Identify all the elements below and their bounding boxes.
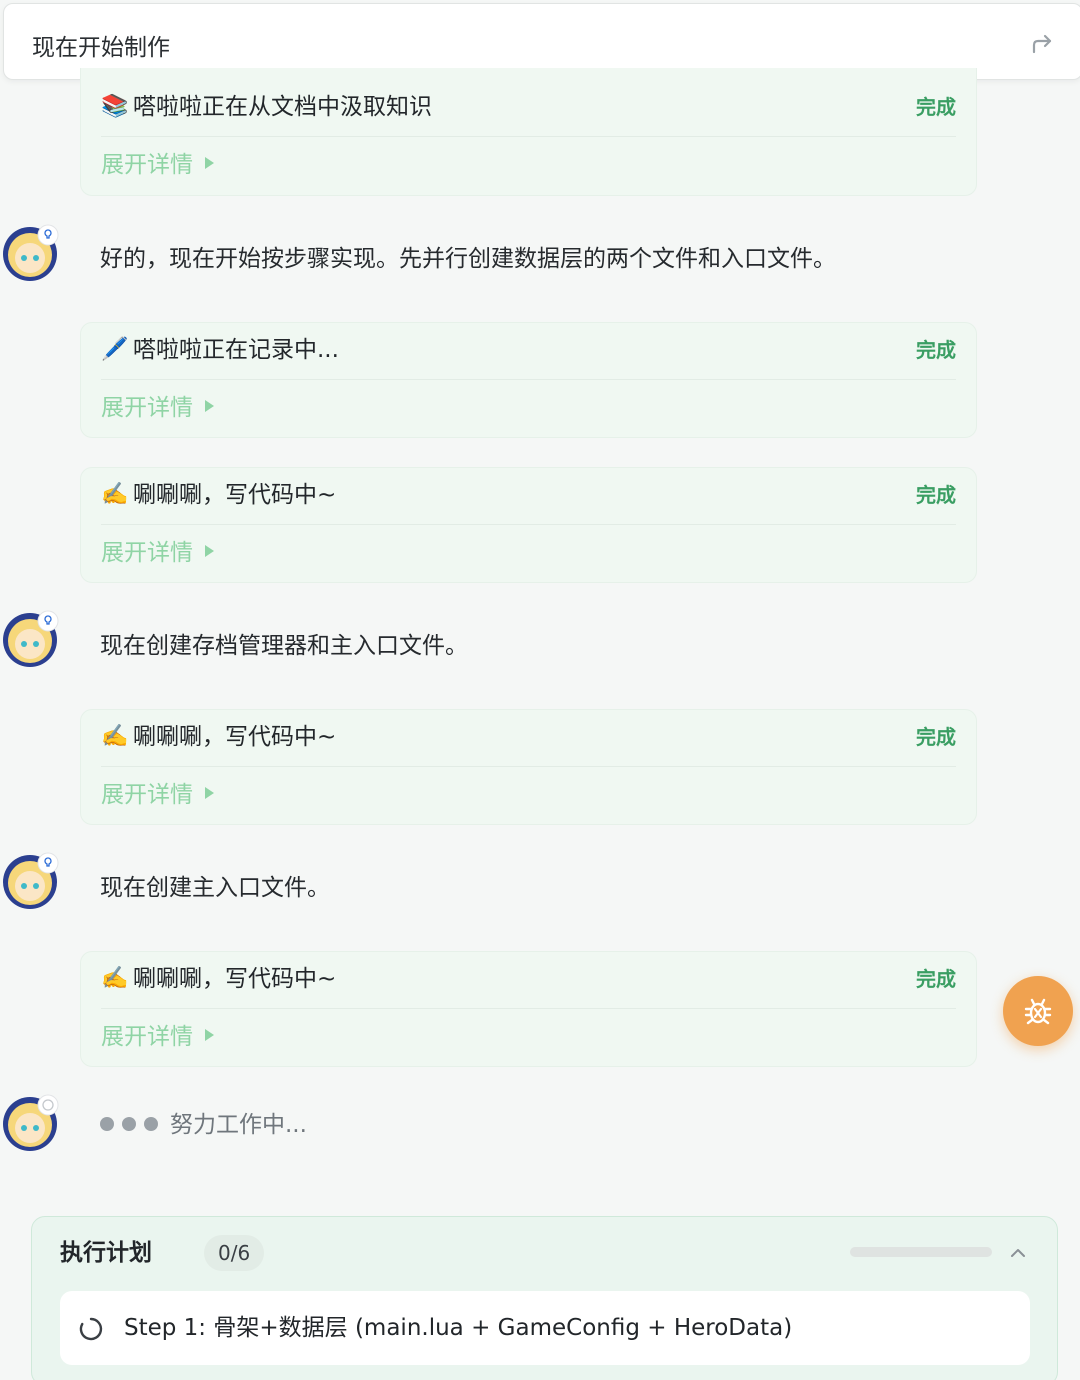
tool-card-label: 唰唰唰，写代码中~ bbox=[133, 724, 337, 750]
status-done: 完成 bbox=[916, 338, 956, 362]
bug-icon bbox=[1024, 998, 1052, 1025]
expand-details-link[interactable]: 展开详情 bbox=[101, 1023, 214, 1051]
typing-dot bbox=[144, 1117, 158, 1131]
expand-details-link[interactable]: 展开详情 bbox=[101, 539, 214, 567]
expand-details-link[interactable]: 展开详情 bbox=[101, 781, 214, 809]
plan-step-label: Step 1: 骨架+数据层 (main.lua + GameConfig + … bbox=[124, 1315, 793, 1341]
tool-card: ✍️ 唰唰唰，写代码中~ 完成 展开详情 bbox=[80, 709, 977, 825]
loading-spinner-icon bbox=[79, 1317, 103, 1341]
assistant-avatar bbox=[3, 852, 59, 909]
tool-card-header: 🖊️ 嗒啦啦正在记录中... 完成 bbox=[101, 323, 956, 380]
prompt-title: 现在开始制作 bbox=[32, 35, 170, 61]
expand-details-link[interactable]: 展开详情 bbox=[101, 151, 214, 179]
tool-card-header: ✍️ 唰唰唰，写代码中~ 完成 bbox=[101, 468, 956, 525]
tool-card: 📚 嗒啦啦正在从文档中汲取知识 完成 展开详情 bbox=[80, 68, 977, 196]
typing-dot bbox=[100, 1117, 114, 1131]
status-done: 完成 bbox=[916, 725, 956, 749]
assistant-message: 现在创建主入口文件。 bbox=[100, 875, 330, 901]
typing-indicator bbox=[100, 1117, 158, 1131]
tool-card: ✍️ 唰唰唰，写代码中~ 完成 展开详情 bbox=[80, 467, 977, 583]
chevron-up-icon[interactable] bbox=[1006, 1241, 1030, 1265]
pen-icon: 🖊️ bbox=[101, 337, 129, 362]
working-status: 努力工作中... bbox=[170, 1112, 307, 1138]
caret-right-icon bbox=[205, 545, 214, 557]
plan-progress-bar bbox=[850, 1247, 992, 1257]
caret-right-icon bbox=[205, 157, 214, 169]
share-forward-icon[interactable] bbox=[1028, 30, 1056, 58]
tool-card-header: ✍️ 唰唰唰，写代码中~ 完成 bbox=[101, 710, 956, 767]
assistant-avatar bbox=[3, 224, 59, 281]
tool-card-label: 嗒啦啦正在从文档中汲取知识 bbox=[133, 94, 432, 120]
status-done: 完成 bbox=[916, 95, 956, 119]
tool-card-label: 唰唰唰，写代码中~ bbox=[133, 966, 337, 992]
caret-right-icon bbox=[205, 1029, 214, 1041]
assistant-avatar bbox=[3, 610, 59, 667]
tool-card: ✍️ 唰唰唰，写代码中~ 完成 展开详情 bbox=[80, 951, 977, 1067]
tool-card-label: 嗒啦啦正在记录中... bbox=[133, 337, 339, 363]
typing-dot bbox=[122, 1117, 136, 1131]
assistant-message: 现在创建存档管理器和主入口文件。 bbox=[100, 633, 468, 659]
tool-card-label: 唰唰唰，写代码中~ bbox=[133, 482, 337, 508]
books-icon: 📚 bbox=[101, 94, 129, 119]
assistant-message: 好的，现在开始按步骤实现。先并行创建数据层的两个文件和入口文件。 bbox=[100, 246, 836, 272]
caret-right-icon bbox=[205, 400, 214, 412]
status-done: 完成 bbox=[916, 483, 956, 507]
tool-card-header: 📚 嗒啦啦正在从文档中汲取知识 完成 bbox=[101, 80, 956, 137]
status-done: 完成 bbox=[916, 967, 956, 991]
plan-count-badge: 0/6 bbox=[204, 1235, 265, 1271]
writing-hand-icon: ✍️ bbox=[101, 966, 129, 991]
writing-hand-icon: ✍️ bbox=[101, 482, 129, 507]
writing-hand-icon: ✍️ bbox=[101, 724, 129, 749]
execution-plan-panel: 执行计划 0/6 Step 1: 骨架+数据层 (main.lua + Game… bbox=[31, 1216, 1058, 1380]
assistant-avatar bbox=[3, 1094, 59, 1151]
caret-right-icon bbox=[205, 787, 214, 799]
tool-card: 🖊️ 嗒啦啦正在记录中... 完成 展开详情 bbox=[80, 322, 977, 438]
plan-step-item[interactable]: Step 1: 骨架+数据层 (main.lua + GameConfig + … bbox=[60, 1291, 1030, 1365]
debug-button[interactable] bbox=[1003, 976, 1073, 1046]
expand-details-link[interactable]: 展开详情 bbox=[101, 394, 214, 422]
tool-card-header: ✍️ 唰唰唰，写代码中~ 完成 bbox=[101, 952, 956, 1009]
plan-title: 执行计划 bbox=[60, 1240, 152, 1266]
